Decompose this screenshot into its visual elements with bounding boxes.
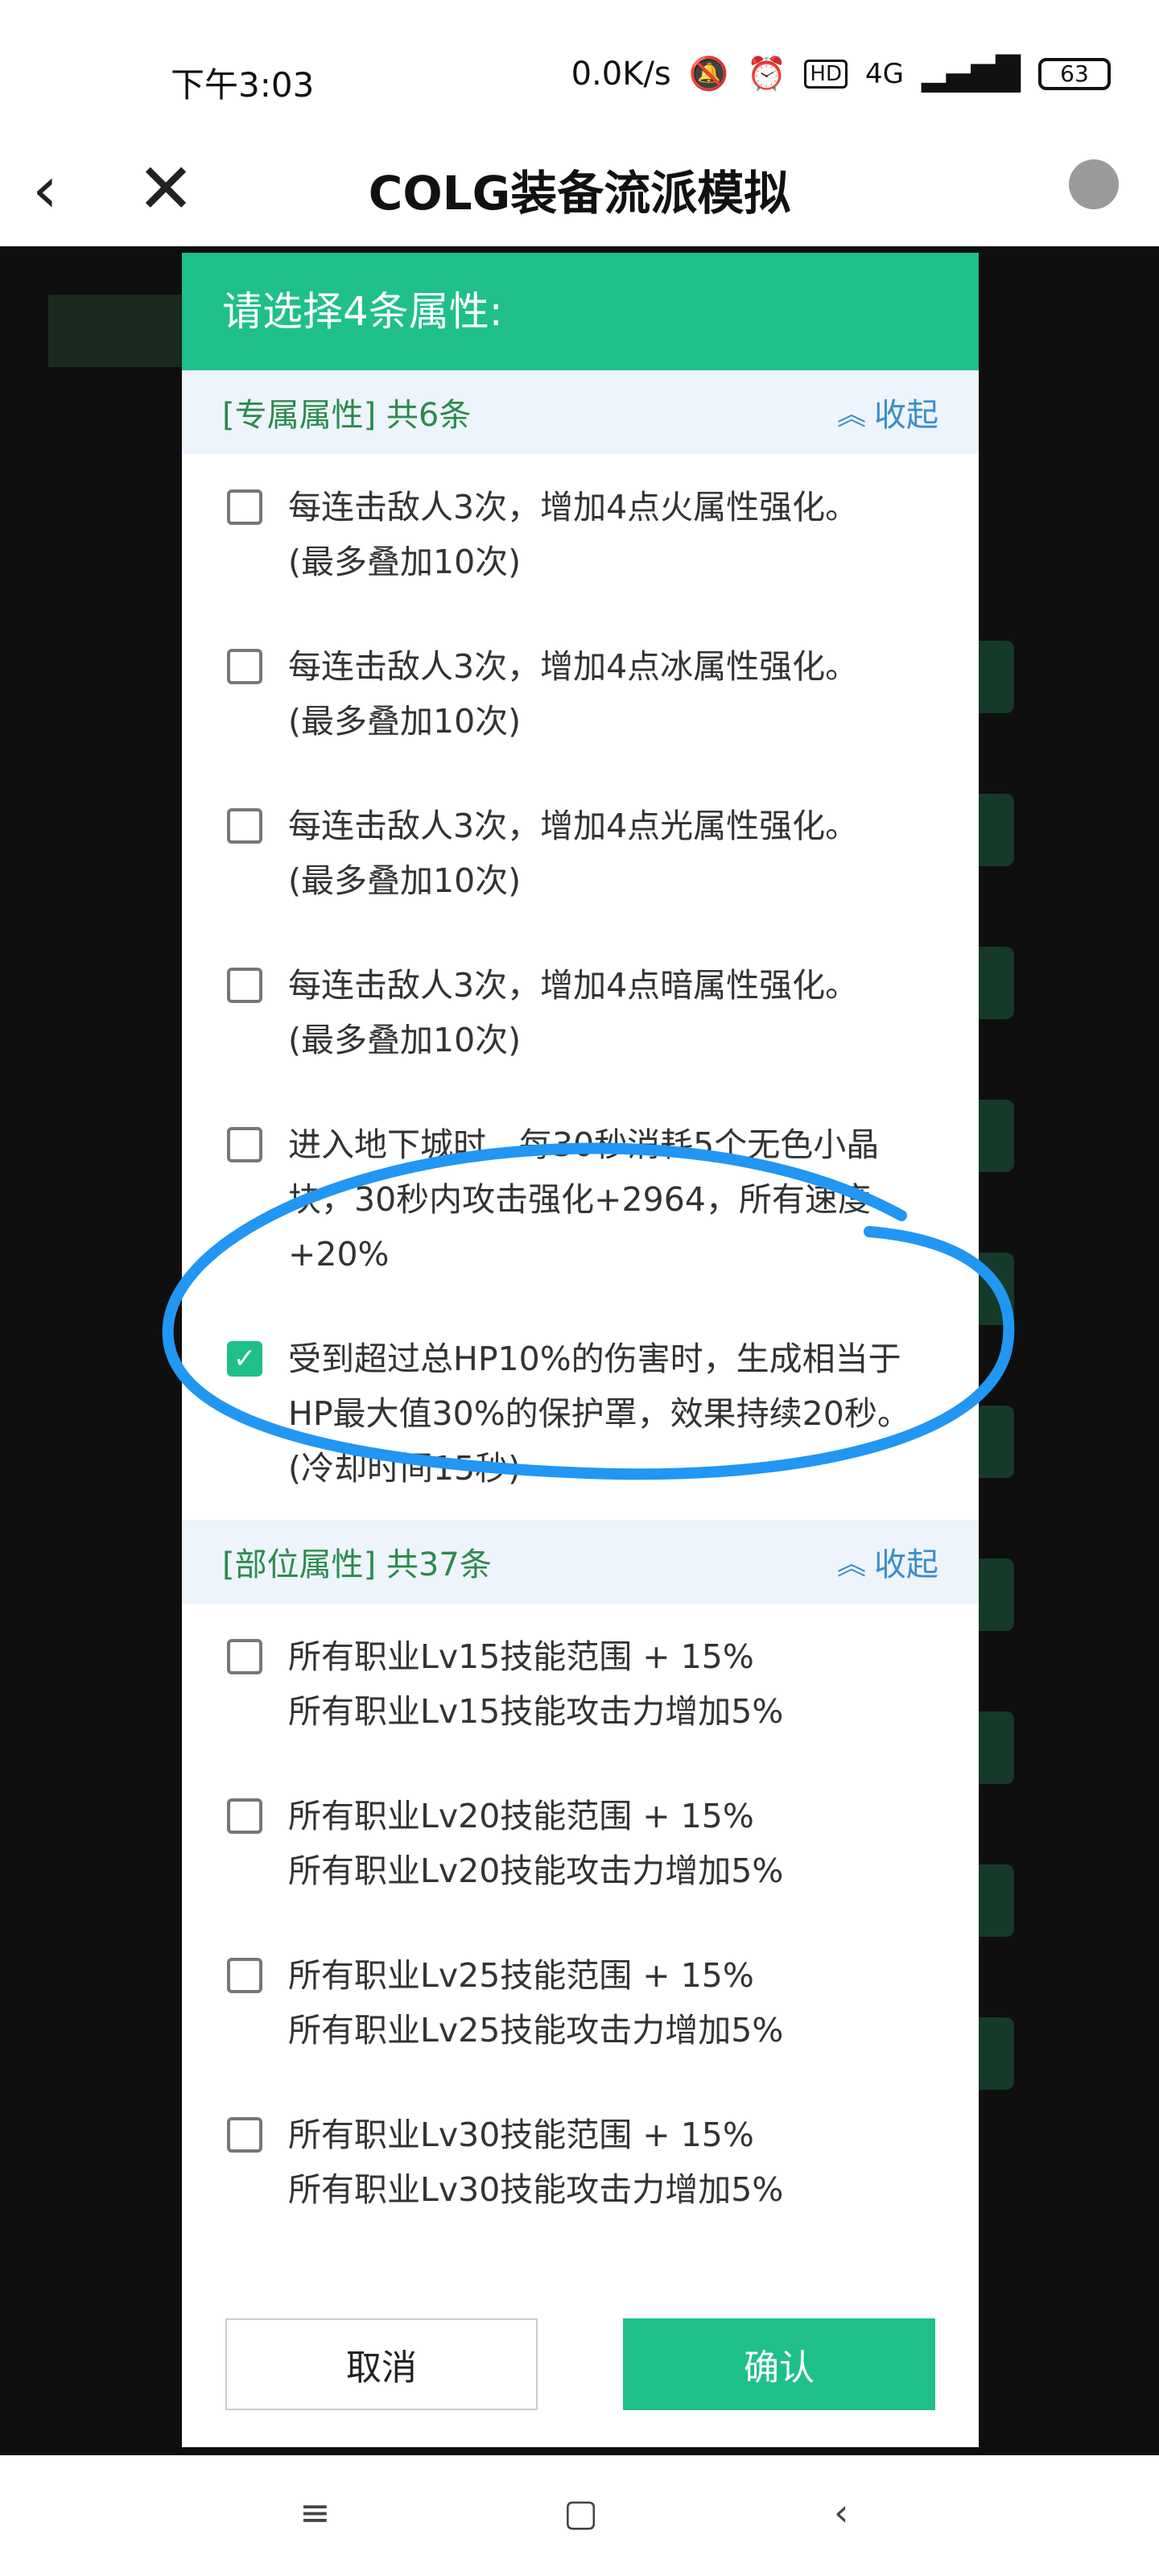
option-text: (最多叠加10次) [288, 543, 522, 581]
attribute-option[interactable]: 所有职业Lv25技能范围 + 15% 所有职业Lv25技能攻击力增加5% [182, 1922, 979, 2082]
dialog-footer: 取消 确认 [182, 2262, 979, 2447]
checkbox-icon[interactable] [227, 968, 262, 1003]
background-block [48, 295, 185, 367]
option-text: (最多叠加10次) [288, 861, 522, 900]
option-text: 块，30秒内攻击强化+2964，所有速度 [288, 1180, 871, 1219]
option-text: 每连击敌人3次，增加4点火属性强化。 [288, 488, 859, 526]
hd-icon: HD [804, 59, 848, 89]
attribute-option[interactable]: 所有职业Lv30技能范围 + 15% 所有职业Lv30技能攻击力增加5% [182, 2082, 979, 2241]
option-text: (冷却时间15秒) [288, 1449, 522, 1488]
mute-icon: 🔕 [688, 56, 729, 93]
status-icons: 0.0K/s 🔕 ⏰ HD 4G ▂▄▆█ 63 [571, 55, 1111, 93]
confirm-button[interactable]: 确认 [623, 2318, 935, 2410]
network-speed: 0.0K/s [571, 55, 671, 93]
chevron-up-icon: ︽ [836, 398, 866, 431]
attribute-option[interactable]: 每连击敌人3次，增加4点光属性强化。 (最多叠加10次) [182, 773, 979, 932]
checkbox-icon[interactable] [227, 1958, 262, 1993]
attribute-option[interactable]: 每连击敌人3次，增加4点冰属性强化。 (最多叠加10次) [182, 613, 979, 773]
cancel-button[interactable]: 取消 [225, 2318, 538, 2410]
option-list-exclusive: 每连击敌人3次，增加4点火属性强化。 (最多叠加10次) 每连击敌人3次，增加4点冰… [182, 454, 979, 1520]
option-text: 所有职业Lv15技能攻击力增加5% [288, 1692, 784, 1731]
back-nav-icon[interactable]: ‹ [834, 2491, 848, 2534]
option-text: 受到超过总HP10%的伤害时，生成相当于 [288, 1340, 901, 1378]
checkbox-icon[interactable] [227, 808, 262, 844]
checkbox-icon[interactable] [227, 1127, 262, 1162]
globe-icon[interactable] [1069, 159, 1119, 209]
checkbox-icon[interactable] [227, 2117, 262, 2153]
app-bar: ‹ ✕ COLG装备流派模拟 [0, 145, 1159, 246]
attribute-select-dialog: 请选择4条属性: [专属属性] 共6条 ︽ 收起 每连击敌人3次，增加4点火属性… [182, 253, 979, 2447]
option-text: 每连击敌人3次，增加4点光属性强化。 [288, 807, 859, 845]
network-type: 4G [864, 57, 904, 90]
option-text: 每连击敌人3次，增加4点冰属性强化。 [288, 647, 859, 686]
attribute-option[interactable]: 每连击敌人3次，增加4点火属性强化。 (最多叠加10次) [182, 454, 979, 613]
option-text: 所有职业Lv30技能攻击力增加5% [288, 2170, 784, 2209]
attribute-option[interactable]: ✓ 受到超过总HP10%的伤害时，生成相当于 HP最大值30%的保护罩，效果持续20… [182, 1306, 979, 1520]
chevron-up-icon: ︽ [836, 1548, 866, 1581]
battery-icon: 63 [1038, 57, 1111, 90]
option-text: 所有职业Lv20技能攻击力增加5% [288, 1852, 784, 1890]
status-bar: 下午3:03 0.0K/s 🔕 ⏰ HD 4G ▂▄▆█ 63 [0, 0, 1159, 145]
option-text: (最多叠加10次) [288, 1021, 522, 1059]
option-text: 所有职业Lv15技能范围 + 15% [288, 1637, 754, 1676]
menu-icon[interactable]: ≡ [299, 2491, 331, 2534]
signal-icon: ▂▄▆█ [921, 55, 1021, 93]
section-label: [专属属性] 共6条 [222, 397, 472, 434]
attribute-option[interactable]: 进入地下城时，每30秒消耗5个无色小晶 块，30秒内攻击强化+2964，所有速度 +… [182, 1092, 979, 1306]
checkbox-checked-icon[interactable]: ✓ [227, 1341, 262, 1377]
checkbox-icon[interactable] [227, 649, 262, 684]
option-text: 所有职业Lv25技能范围 + 15% [288, 1956, 754, 1995]
attribute-option[interactable]: 所有职业Lv20技能范围 + 15% 所有职业Lv20技能攻击力增加5% [182, 1763, 979, 1922]
collapse-button[interactable]: ︽ 收起 [837, 389, 938, 436]
option-text: 所有职业Lv30技能范围 + 15% [288, 2116, 754, 2154]
section-header-exclusive: [专属属性] 共6条 ︽ 收起 [182, 370, 979, 454]
option-text: 所有职业Lv25技能攻击力增加5% [288, 2011, 784, 2050]
checkbox-icon[interactable] [227, 1639, 262, 1674]
option-text: HP最大值30%的保护罩，效果持续20秒。 [288, 1394, 910, 1433]
alarm-icon: ⏰ [746, 56, 787, 93]
option-text: 每连击敌人3次，增加4点暗属性强化。 [288, 966, 859, 1005]
section-header-slot: [部位属性] 共37条 ︽ 收起 [182, 1520, 979, 1604]
attribute-option[interactable]: 所有职业Lv15技能范围 + 15% 所有职业Lv15技能攻击力增加5% [182, 1604, 979, 1763]
section-label: [部位属性] 共37条 [222, 1546, 492, 1583]
status-time: 下午3:03 [171, 65, 315, 105]
home-icon[interactable]: ▢ [563, 2491, 598, 2534]
option-text: 所有职业Lv20技能范围 + 15% [288, 1797, 754, 1835]
checkbox-icon[interactable] [227, 1798, 262, 1834]
system-nav-bar: ≡ ▢ ‹ [0, 2455, 1159, 2576]
attribute-option[interactable]: 每连击敌人3次，增加4点暗属性强化。 (最多叠加10次) [182, 932, 979, 1092]
option-text: 进入地下城时，每30秒消耗5个无色小晶 [288, 1125, 880, 1164]
dialog-title: 请选择4条属性: [182, 253, 979, 370]
page-title: COLG装备流派模拟 [368, 166, 791, 221]
option-text: (最多叠加10次) [288, 702, 522, 741]
checkbox-icon[interactable] [227, 489, 262, 525]
collapse-button[interactable]: ︽ 收起 [837, 1538, 938, 1585]
option-text: +20% [288, 1235, 390, 1274]
